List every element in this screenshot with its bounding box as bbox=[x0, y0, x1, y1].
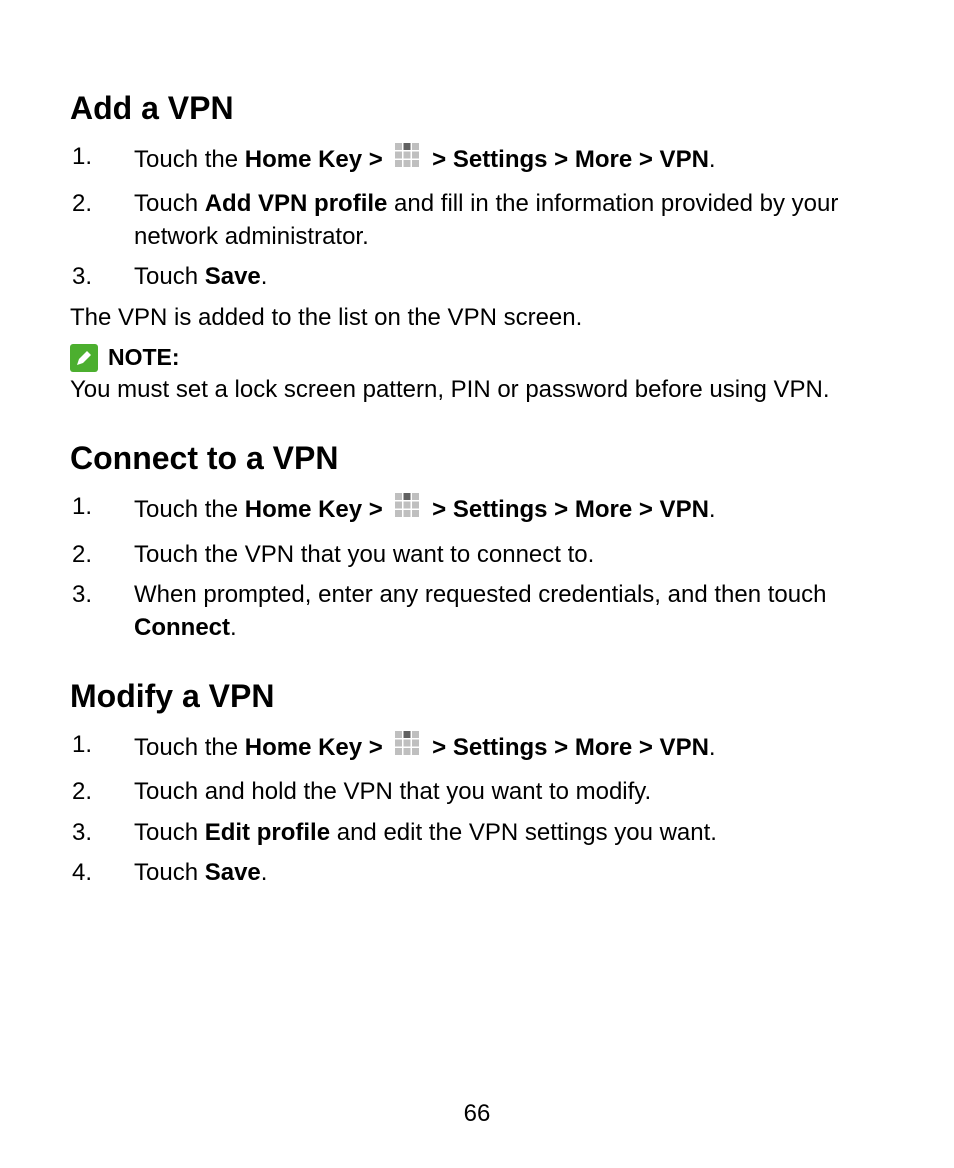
ui-label-bold: Edit profile bbox=[205, 819, 330, 846]
step-text: Touch bbox=[134, 859, 205, 886]
page-number: 66 bbox=[0, 1100, 954, 1128]
step-text: Touch the bbox=[134, 734, 245, 761]
list-item: Touch Edit profile and edit the VPN sett… bbox=[70, 817, 884, 849]
list-item: Touch the VPN that you want to connect t… bbox=[70, 539, 884, 571]
nav-path-bold: > Settings > More > VPN bbox=[425, 146, 708, 173]
nav-path-bold: > Settings > More > VPN bbox=[425, 734, 708, 761]
ui-label-bold: Connect bbox=[134, 614, 230, 641]
apps-grid-icon bbox=[393, 491, 421, 528]
step-text: . bbox=[261, 859, 268, 886]
document-page: Add a VPN Touch the Home Key > > Setting… bbox=[0, 0, 954, 1168]
step-text: Touch bbox=[134, 190, 205, 217]
ui-label-bold: Add VPN profile bbox=[205, 190, 388, 217]
step-text: Touch and hold the VPN that you want to … bbox=[134, 778, 651, 805]
ui-label-bold: Save bbox=[205, 263, 261, 290]
step-text: Touch the VPN that you want to connect t… bbox=[134, 541, 594, 568]
nav-path-bold: Home Key > bbox=[245, 734, 390, 761]
note-header: NOTE: bbox=[70, 344, 884, 372]
list-item: Touch the Home Key > > Settings > More >… bbox=[70, 141, 884, 180]
step-text: Touch the bbox=[134, 496, 245, 523]
step-text: . bbox=[709, 146, 716, 173]
note-label: NOTE: bbox=[108, 344, 180, 371]
heading-add-vpn: Add a VPN bbox=[70, 90, 884, 127]
heading-modify-vpn: Modify a VPN bbox=[70, 678, 884, 715]
apps-grid-icon bbox=[393, 729, 421, 766]
nav-path-bold: > Settings > More > VPN bbox=[425, 496, 708, 523]
step-text: Touch bbox=[134, 263, 205, 290]
list-item: Touch Add VPN profile and fill in the in… bbox=[70, 188, 884, 253]
modify-vpn-steps: Touch the Home Key > > Settings > More >… bbox=[70, 729, 884, 890]
list-item: When prompted, enter any requested crede… bbox=[70, 579, 884, 644]
note-body: You must set a lock screen pattern, PIN … bbox=[70, 374, 884, 406]
step-text: When prompted, enter any requested crede… bbox=[134, 581, 826, 608]
heading-connect-vpn: Connect to a VPN bbox=[70, 440, 884, 477]
list-item: Touch and hold the VPN that you want to … bbox=[70, 776, 884, 808]
apps-grid-icon bbox=[393, 141, 421, 178]
list-item: Touch Save. bbox=[70, 857, 884, 889]
nav-path-bold: Home Key > bbox=[245, 496, 390, 523]
step-text: and edit the VPN settings you want. bbox=[330, 819, 717, 846]
step-text: Touch the bbox=[134, 146, 245, 173]
list-item: Touch the Home Key > > Settings > More >… bbox=[70, 729, 884, 768]
list-item: Touch the Home Key > > Settings > More >… bbox=[70, 491, 884, 530]
nav-path-bold: Home Key > bbox=[245, 146, 390, 173]
ui-label-bold: Save bbox=[205, 859, 261, 886]
step-text: . bbox=[709, 734, 716, 761]
step-text: . bbox=[709, 496, 716, 523]
pencil-icon bbox=[70, 344, 98, 372]
list-item: Touch Save. bbox=[70, 261, 884, 293]
step-text: Touch bbox=[134, 819, 205, 846]
result-text: The VPN is added to the list on the VPN … bbox=[70, 302, 884, 334]
connect-vpn-steps: Touch the Home Key > > Settings > More >… bbox=[70, 491, 884, 644]
step-text: . bbox=[261, 263, 268, 290]
step-text: . bbox=[230, 614, 237, 641]
add-vpn-steps: Touch the Home Key > > Settings > More >… bbox=[70, 141, 884, 294]
